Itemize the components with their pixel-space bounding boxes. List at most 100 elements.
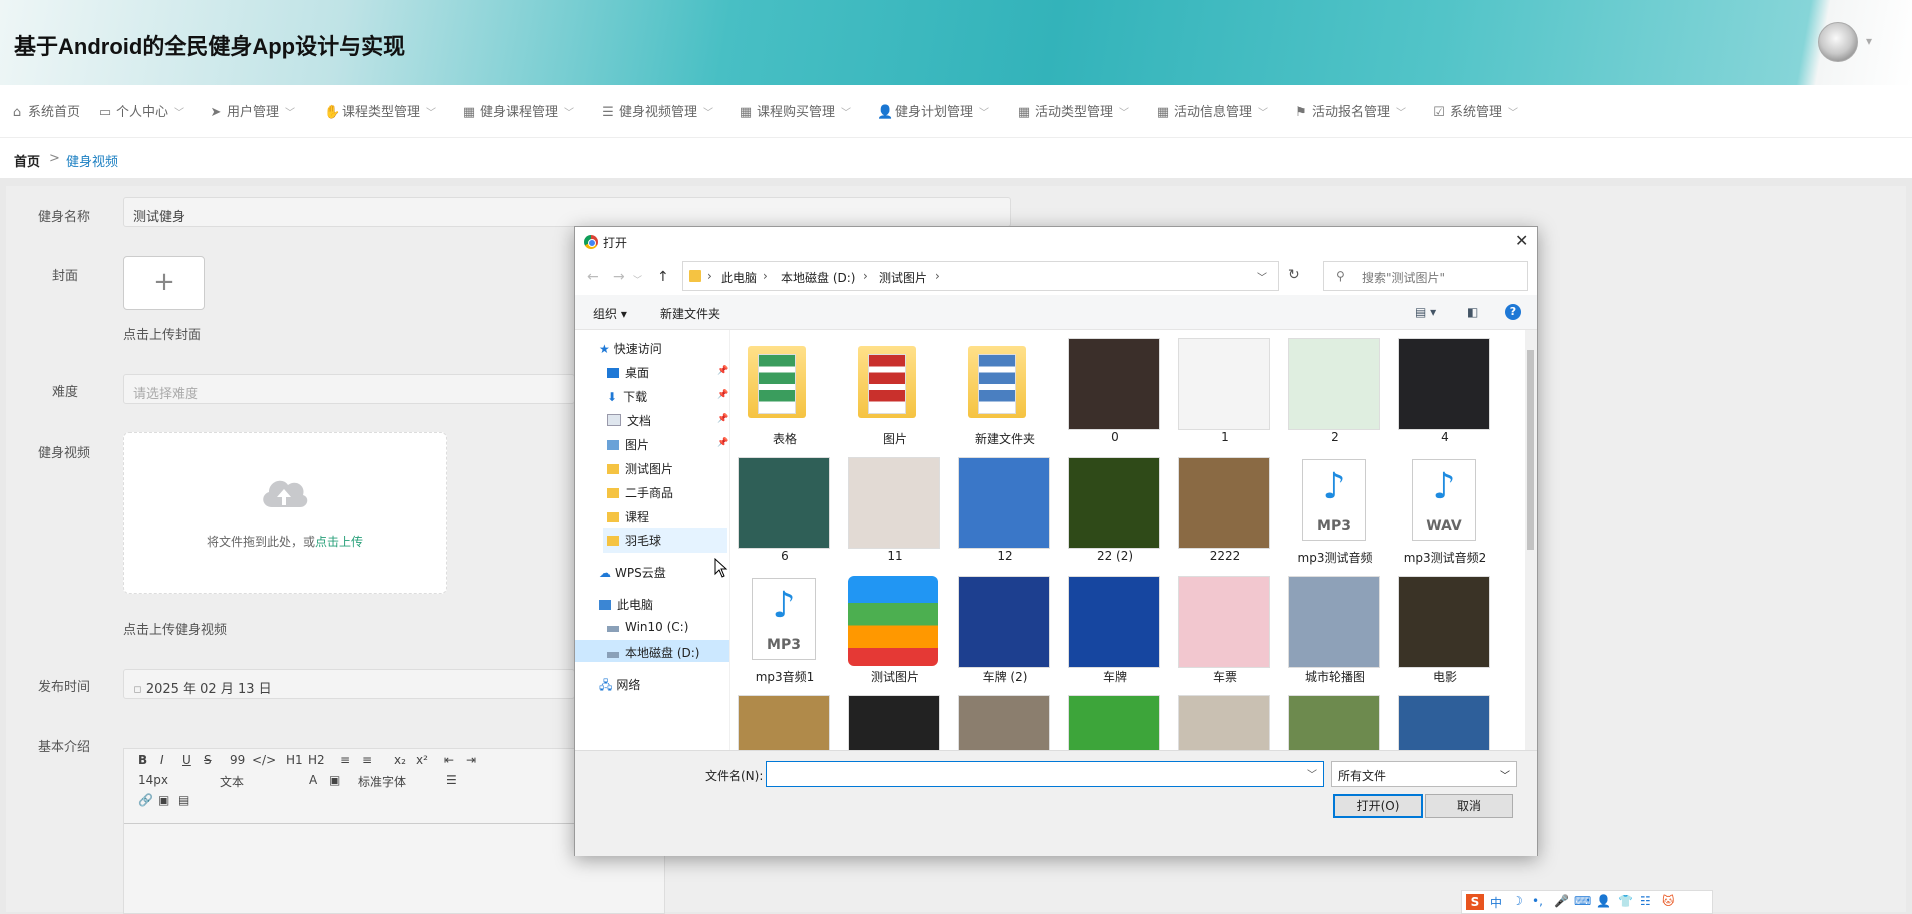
nav-item-profile[interactable]: ▭ 个人中心 ﹀ bbox=[98, 101, 184, 120]
file-item[interactable]: 1 bbox=[1170, 334, 1280, 452]
font-size-select[interactable]: 14px bbox=[138, 773, 168, 787]
file-item[interactable]: 12 bbox=[950, 453, 1060, 571]
user-icon[interactable]: 👤 bbox=[1596, 894, 1611, 908]
nav-item-activity-types[interactable]: ▦ 活动类型管理 ﹀ bbox=[1017, 101, 1129, 120]
help-icon[interactable]: ? bbox=[1505, 304, 1521, 320]
chinese-mode-icon[interactable]: 中 bbox=[1490, 894, 1502, 911]
file-item[interactable]: ♪ MP3 mp3音频1 bbox=[730, 572, 840, 690]
sogou-icon[interactable]: S bbox=[1466, 894, 1484, 910]
breadcrumb-home[interactable]: 首页 bbox=[14, 151, 40, 170]
tree-item-courses[interactable]: 课程 bbox=[607, 508, 649, 525]
filetype-select[interactable]: 所有文件 ﹀ bbox=[1331, 761, 1517, 787]
organize-menu[interactable]: 组织 ▾ bbox=[593, 305, 627, 322]
code-button[interactable]: </> bbox=[252, 753, 276, 767]
tree-item-drive-c[interactable]: Win10 (C:) bbox=[607, 620, 688, 634]
nav-item-home[interactable]: ⌂ 系统首页 bbox=[10, 101, 80, 120]
back-icon[interactable]: ← bbox=[587, 269, 599, 285]
file-item[interactable]: 22 (2) bbox=[1060, 453, 1170, 571]
ordered-list-button[interactable]: ≡ bbox=[340, 753, 350, 767]
file-item[interactable]: 2222 bbox=[1170, 453, 1280, 571]
font-family-select[interactable]: 标准字体 bbox=[358, 773, 406, 790]
chevron-down-icon[interactable]: ▾ bbox=[1866, 34, 1872, 48]
indent-button[interactable]: ⇥ bbox=[466, 753, 476, 767]
tree-item-second-hand[interactable]: 二手商品 bbox=[607, 484, 673, 501]
file-item[interactable]: 车牌 bbox=[1060, 572, 1170, 690]
chevron-down-icon[interactable]: ﹀ bbox=[633, 273, 642, 286]
file-item[interactable]: 6 bbox=[730, 453, 840, 571]
file-item[interactable]: ♪ WAV mp3测试音频2 bbox=[1390, 453, 1500, 571]
tree-item-downloads[interactable]: ⬇ 下载 bbox=[607, 388, 647, 405]
difficulty-select[interactable]: 请选择难度 bbox=[123, 374, 575, 404]
tree-item-desktop[interactable]: 桌面 bbox=[607, 364, 649, 381]
font-color-button[interactable]: A bbox=[309, 773, 317, 787]
nav-item-videos[interactable]: ☰ 健身视频管理 ﹀ bbox=[601, 101, 713, 120]
background-color-button[interactable]: ▣ bbox=[329, 773, 340, 787]
nav-item-system[interactable]: ☑ 系统管理 ﹀ bbox=[1432, 101, 1518, 120]
microphone-icon[interactable]: 🎤 bbox=[1554, 894, 1569, 908]
blockquote-button[interactable]: 99 bbox=[230, 753, 245, 767]
apps-icon[interactable]: ☷ bbox=[1640, 894, 1651, 908]
chevron-down-icon[interactable]: ﹀ bbox=[1307, 766, 1317, 781]
path-segment[interactable]: 本地磁盘 (D:) bbox=[781, 269, 855, 286]
file-item[interactable] bbox=[1280, 691, 1390, 750]
keyboard-icon[interactable]: ⌨ bbox=[1574, 894, 1591, 908]
path-segment[interactable]: 此电脑 bbox=[721, 269, 757, 286]
file-item[interactable]: 车牌 (2) bbox=[950, 572, 1060, 690]
nav-item-purchases[interactable]: ▦ 课程购买管理 ﹀ bbox=[739, 101, 851, 120]
image-icon[interactable]: ▣ bbox=[158, 793, 169, 807]
nav-item-plans[interactable]: 👤 健身计划管理 ﹀ bbox=[877, 101, 989, 120]
file-item[interactable] bbox=[1390, 691, 1500, 750]
bold-button[interactable]: B bbox=[138, 753, 147, 767]
cancel-button[interactable]: 取消 bbox=[1425, 794, 1513, 818]
file-item[interactable]: 电影 bbox=[1390, 572, 1500, 690]
preview-pane-icon[interactable]: ◧ bbox=[1467, 305, 1478, 319]
strike-button[interactable]: S bbox=[204, 753, 212, 767]
file-item[interactable]: 城市轮播图 bbox=[1280, 572, 1390, 690]
nav-item-activities[interactable]: ▦ 活动信息管理 ﹀ bbox=[1156, 101, 1268, 120]
file-item[interactable]: 0 bbox=[1060, 334, 1170, 452]
refresh-icon[interactable]: ↻ bbox=[1288, 267, 1300, 283]
video-icon[interactable]: ▤ bbox=[178, 793, 189, 807]
nav-item-users[interactable]: ➤ 用户管理 ﹀ bbox=[209, 101, 295, 120]
file-item[interactable]: 4 bbox=[1390, 334, 1500, 452]
align-button[interactable]: ☰ bbox=[446, 773, 457, 787]
italic-button[interactable]: I bbox=[160, 753, 164, 767]
user-avatar[interactable] bbox=[1818, 22, 1858, 62]
format-select[interactable]: 文本 bbox=[220, 773, 244, 790]
name-input[interactable]: 测试健身 bbox=[123, 197, 1011, 227]
file-item[interactable] bbox=[840, 691, 950, 750]
tree-item-pictures[interactable]: 图片 bbox=[607, 436, 649, 453]
date-picker[interactable]: ▫ 2025 年 02 月 13 日 bbox=[123, 669, 575, 699]
nav-item-courses[interactable]: ▦ 健身课程管理 ﹀ bbox=[462, 101, 574, 120]
h2-button[interactable]: H2 bbox=[308, 753, 325, 767]
scrollbar[interactable] bbox=[1525, 330, 1536, 750]
tree-item-this-pc[interactable]: 此电脑 bbox=[599, 596, 653, 613]
tree-item-drive-d[interactable]: 本地磁盘 (D:) bbox=[575, 640, 729, 662]
file-item[interactable]: 新建文件夹 bbox=[950, 334, 1060, 452]
file-item[interactable]: 11 bbox=[840, 453, 950, 571]
tree-item-quick-access[interactable]: ★ 快速访问 bbox=[599, 340, 662, 357]
file-item[interactable]: 表格 bbox=[730, 334, 840, 452]
h1-button[interactable]: H1 bbox=[286, 753, 303, 767]
tree-item-test-images[interactable]: 测试图片 bbox=[607, 460, 673, 477]
tree-item-documents[interactable]: 文档 bbox=[607, 412, 651, 429]
close-icon[interactable]: ✕ bbox=[1515, 231, 1528, 250]
file-item[interactable]: ♪ MP3 mp3测试音频 bbox=[1280, 453, 1390, 571]
search-box[interactable]: ⚲ 搜索"测试图片" bbox=[1323, 261, 1528, 291]
outdent-button[interactable]: ⇤ bbox=[444, 753, 454, 767]
file-item[interactable] bbox=[950, 691, 1060, 750]
open-button[interactable]: 打开(O) bbox=[1333, 794, 1423, 818]
file-item[interactable] bbox=[730, 691, 840, 750]
mascot-icon[interactable]: 🐱 bbox=[1662, 894, 1675, 908]
moon-icon[interactable]: ☽ bbox=[1512, 894, 1523, 908]
video-dragger[interactable]: 将文件拖到此处，或点击上传 bbox=[123, 432, 447, 594]
filename-input[interactable]: ﹀ bbox=[766, 761, 1324, 787]
tree-item-badminton[interactable]: 羽毛球 bbox=[603, 528, 727, 553]
nav-item-course-types[interactable]: ✋ 课程类型管理 ﹀ bbox=[324, 101, 436, 120]
path-segment[interactable]: 测试图片 bbox=[879, 269, 927, 286]
nav-item-signups[interactable]: ⚑ 活动报名管理 ﹀ bbox=[1294, 101, 1406, 120]
punctuation-icon[interactable]: •, bbox=[1532, 894, 1543, 908]
file-item[interactable] bbox=[1170, 691, 1280, 750]
skin-icon[interactable]: 👕 bbox=[1618, 894, 1633, 908]
view-icon[interactable]: ▤ ▾ bbox=[1415, 305, 1436, 319]
